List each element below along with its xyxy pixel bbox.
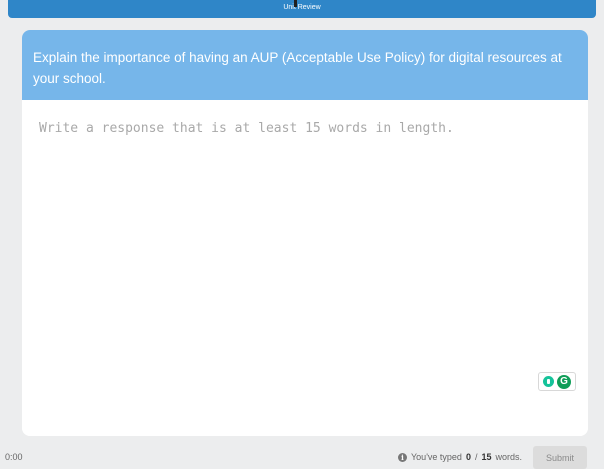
question-card: Explain the importance of having an AUP …: [22, 30, 588, 436]
status-prefix: You've typed: [411, 452, 462, 462]
submit-button[interactable]: Submit: [533, 446, 587, 469]
header-title: Unit Review: [283, 4, 321, 11]
word-count-status: i You've typed 0 / 15 words.: [398, 452, 522, 462]
lightbulb-icon[interactable]: [543, 376, 554, 387]
response-textarea[interactable]: [22, 100, 588, 436]
question-prompt: Explain the importance of having an AUP …: [22, 30, 588, 100]
info-icon: i: [398, 452, 407, 462]
count-separator: /: [474, 452, 478, 462]
header-notch: [294, 0, 297, 7]
status-suffix: words.: [495, 452, 522, 462]
header-bar: Unit Review: [8, 0, 596, 18]
typed-count: 0: [465, 452, 471, 462]
timer: 0:00: [5, 452, 23, 462]
required-count: 15: [481, 452, 492, 462]
grammarly-widget[interactable]: G: [538, 372, 576, 391]
grammarly-icon[interactable]: G: [557, 374, 571, 389]
